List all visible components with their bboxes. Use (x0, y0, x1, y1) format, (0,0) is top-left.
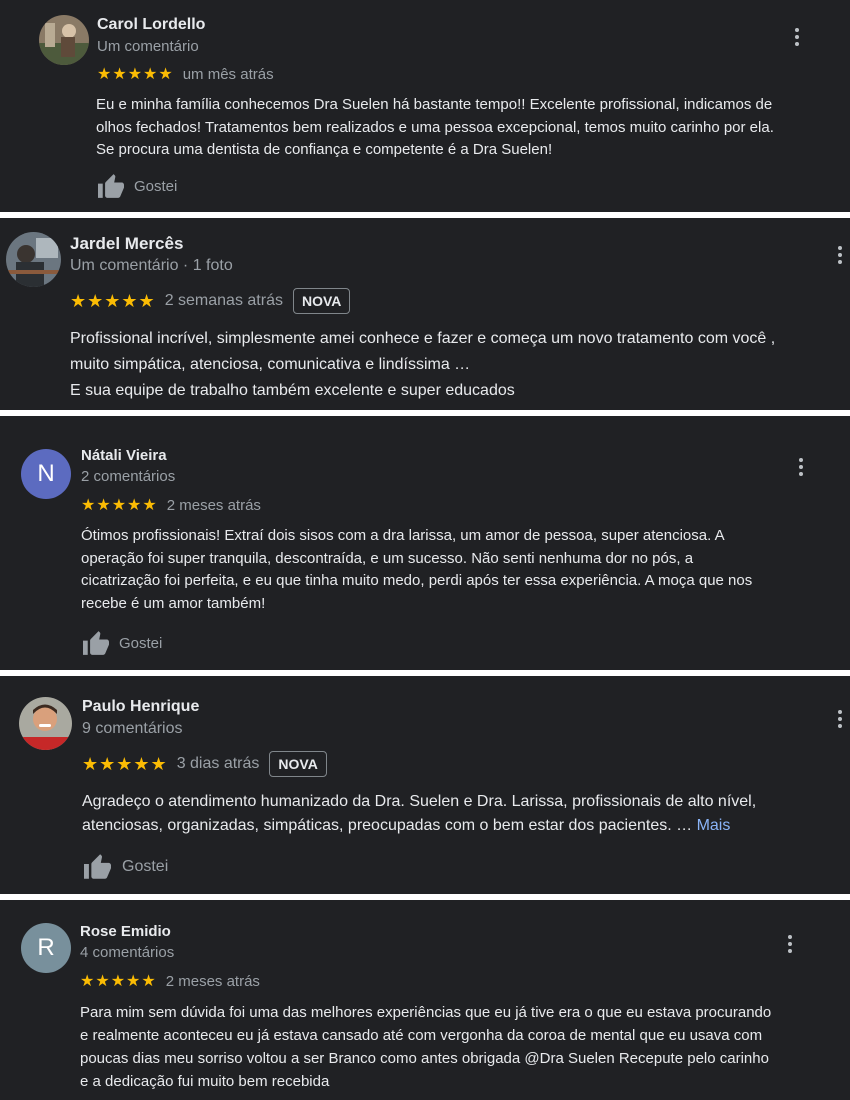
reviewer-meta[interactable]: 2 comentários (81, 468, 175, 485)
thumbs-up-icon (84, 854, 111, 879)
reviewer-meta[interactable]: 9 comentários (82, 720, 183, 738)
review-text-line: Agradeço o atendimento humanizado da Dra… (82, 793, 757, 810)
star-rating: ★★★★★ (70, 290, 156, 311)
reviewer-name[interactable]: Paulo Henrique (82, 698, 199, 716)
like-label: Gostei (122, 857, 169, 875)
star-rating: ★★★★★ (82, 753, 168, 774)
like-button[interactable]: Gostei (81, 630, 162, 656)
review-text-line: e a dedicação fui muito bem recebida (80, 1073, 330, 1090)
review-text: Ótimos profissionais! Extraí dois sisos … (81, 525, 752, 615)
rating-row: ★★★★★ 2 meses atrás (81, 495, 261, 515)
more-options-icon[interactable] (837, 246, 843, 267)
more-options-icon[interactable] (787, 935, 793, 956)
review-text-line: cicatrização foi perfeita, e eu que tinh… (81, 572, 753, 589)
review-text-line: Eu e minha família conhecemos Dra Suelen… (96, 96, 773, 113)
reviewer-avatar[interactable] (19, 697, 72, 750)
reviewer-meta[interactable]: 4 comentários (80, 944, 174, 961)
review-date: 2 meses atrás (165, 972, 260, 990)
review-text-line: e realmente aconteceu eu já estava cansa… (80, 1027, 763, 1044)
more-options-icon[interactable] (798, 458, 804, 479)
reviewer-avatar[interactable]: N (21, 449, 71, 499)
review-text-line: Profissional incrível, simplesmente amei… (70, 330, 776, 347)
review-text-line: atenciosas, organizadas, simpáticas, pre… (82, 814, 756, 838)
review-text-line: muito simpática, atenciosa, comunicativa… (70, 356, 471, 373)
review-date: um mês atrás (182, 65, 274, 83)
review-text-line-content: atenciosas, organizadas, simpáticas, pre… (82, 817, 693, 834)
reviewer-name[interactable]: Carol Lordello (97, 16, 205, 34)
like-button[interactable]: Gostei (96, 173, 177, 199)
review-text-line: Se procura uma dentista de confiança e c… (96, 141, 553, 158)
star-rating: ★★★★★ (97, 66, 174, 83)
reviewer-avatar[interactable]: R (21, 923, 71, 973)
review-text: Agradeço o atendimento humanizado da Dra… (82, 790, 756, 838)
review-text-line: poucas dias meu sorriso voltou a ser Bra… (80, 1050, 769, 1067)
star-rating: ★★★★★ (81, 497, 158, 514)
review-card: Carol Lordello Um comentário ★★★★★ um mê… (0, 0, 850, 212)
review-text-line: Para mim sem dúvida foi uma das melhores… (80, 1004, 772, 1021)
reviewer-meta[interactable]: Um comentário · 1 foto (70, 257, 233, 275)
rating-row: ★★★★★ 2 meses atrás (80, 971, 260, 991)
reviewer-meta[interactable]: Um comentário (97, 38, 199, 55)
photo-avatar-icon (6, 232, 61, 287)
new-badge: NOVA (269, 751, 327, 777)
new-badge: NOVA (292, 288, 351, 314)
reviewer-name[interactable]: Rose Emidio (80, 923, 171, 940)
review-text-line: operação foi super tranquila, descontraí… (81, 549, 694, 567)
review-date: 3 dias atrás (176, 755, 260, 772)
photo-avatar-icon (19, 697, 72, 750)
review-text-line: olhos fechados! Tratamentos bem realizad… (96, 118, 774, 136)
more-link[interactable]: Mais (697, 817, 731, 834)
reviewer-name[interactable]: Nátali Vieira (81, 447, 167, 464)
reviewer-name[interactable]: Jardel Mercês (70, 234, 183, 254)
review-text-line: recebe é um amor também! (81, 594, 266, 612)
more-options-icon[interactable] (837, 710, 843, 731)
rating-row: ★★★★★ 3 dias atrás NOVA (82, 750, 327, 778)
review-card: Jardel Mercês Um comentário · 1 foto ★★★… (0, 218, 850, 410)
like-label: Gostei (119, 634, 163, 652)
review-card: Paulo Henrique 9 comentários ★★★★★ 3 dia… (0, 676, 850, 894)
reviewer-avatar[interactable] (39, 15, 89, 65)
review-text-line: E sua equipe de trabalho também excelent… (70, 382, 515, 399)
like-button[interactable]: Gostei (82, 853, 168, 880)
like-label: Gostei (134, 177, 178, 195)
review-card: N Nátali Vieira 2 comentários ★★★★★ 2 me… (0, 416, 850, 670)
rating-row: ★★★★★ 2 semanas atrás NOVA (70, 288, 351, 314)
review-text: Profissional incrível, simplesmente amei… (70, 326, 775, 404)
star-rating: ★★★★★ (80, 973, 157, 990)
more-options-icon[interactable] (794, 28, 800, 49)
review-text: Para mim sem dúvida foi uma das melhores… (80, 1001, 771, 1093)
reviewer-avatar[interactable] (6, 232, 61, 287)
thumbs-up-icon (98, 174, 124, 198)
avatar-letter: N (37, 460, 55, 487)
review-card: R Rose Emidio 4 comentários ★★★★★ 2 mese… (0, 900, 850, 1100)
review-date: 2 semanas atrás (164, 292, 283, 309)
rating-row: ★★★★★ um mês atrás (97, 64, 274, 84)
thumbs-up-icon (83, 631, 109, 655)
review-text: Eu e minha família conhecemos Dra Suelen… (96, 94, 774, 162)
photo-avatar-icon (39, 15, 89, 65)
review-date: 2 meses atrás (166, 496, 261, 514)
review-text-line: Ótimos profissionais! Extraí dois sisos … (81, 527, 725, 544)
avatar-letter: R (37, 934, 55, 961)
